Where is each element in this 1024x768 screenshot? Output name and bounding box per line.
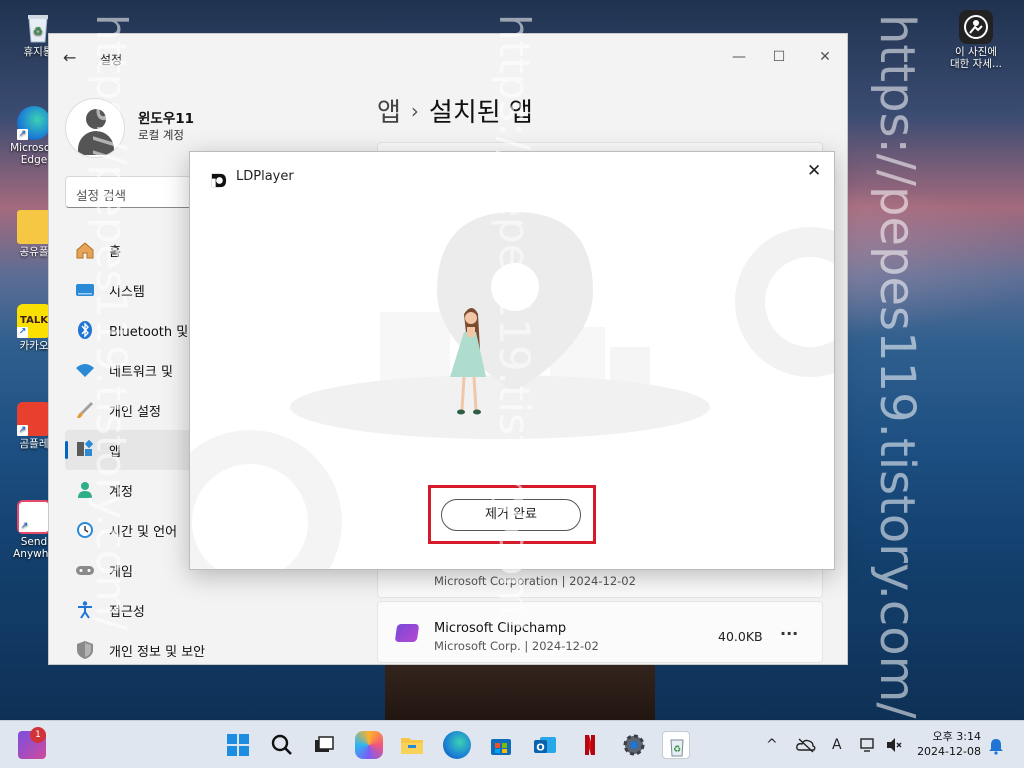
profile-name: 윈도우11 — [138, 111, 195, 127]
gomplayer-icon: ↗ — [17, 402, 51, 436]
more-options-button[interactable]: ··· — [780, 624, 798, 643]
clock-icon — [77, 522, 93, 538]
taskbar: O ♻ ^ A 오후 3:14 2024-12-08 — [0, 720, 1024, 768]
profile-account-type: 로컬 계정 — [138, 128, 184, 142]
breadcrumb-chevron-icon: › — [410, 99, 419, 123]
minimize-button[interactable]: — — [719, 42, 759, 72]
ime-indicator[interactable]: A — [832, 737, 842, 753]
netflix-icon[interactable] — [576, 731, 604, 759]
account-icon — [78, 482, 92, 498]
breadcrumb-parent[interactable]: 앱 — [377, 98, 401, 128]
sidebar-item-label: 네트워크 및 — [109, 365, 173, 380]
sidebar-item-label: 앱 — [109, 445, 121, 460]
app-list-item[interactable]: Microsoft Clipchamp Microsoft Corp. | 20… — [377, 601, 823, 663]
sidebar-item-label: 게임 — [109, 565, 133, 580]
start-button[interactable] — [224, 731, 252, 759]
svg-text:♻: ♻ — [673, 745, 681, 755]
home-icon — [76, 242, 94, 259]
accessibility-icon — [78, 601, 92, 619]
system-icon — [76, 284, 94, 296]
wifi-icon — [76, 364, 94, 377]
microsoft-store-icon[interactable] — [487, 731, 515, 759]
sidebar-item-privacy[interactable]: 개인 정보 및 보안 — [65, 630, 235, 670]
avatar — [65, 98, 125, 158]
apps-icon — [77, 440, 94, 456]
notification-bell-icon[interactable] — [988, 737, 1004, 759]
sidebar-item-label: 개인 정보 및 보안 — [109, 645, 206, 660]
search-icon[interactable] — [268, 731, 296, 759]
close-icon[interactable]: ✕ — [807, 161, 821, 181]
sidebar-item-label: 홈 — [109, 245, 121, 260]
page-title: 설치된 앱 — [428, 98, 533, 128]
system-clock[interactable]: 오후 3:14 2024-12-08 — [913, 729, 981, 759]
window-title: 설정 — [100, 53, 123, 67]
recycle-bin-taskbar-icon[interactable]: ♻ — [662, 731, 690, 759]
app-name: Microsoft Clipchamp — [434, 621, 567, 636]
widgets-notification-badge: 1 — [30, 727, 46, 743]
maximize-button[interactable]: ☐ — [759, 42, 799, 72]
edge-icon: ↗ — [17, 106, 51, 140]
onedrive-offline-icon[interactable] — [796, 737, 816, 757]
settings-gear-icon[interactable] — [620, 731, 648, 759]
breadcrumb: 앱 › 설치된 앱 — [377, 92, 533, 129]
network-status-icon[interactable] — [860, 737, 880, 757]
app-size: 40.0KB — [718, 629, 763, 644]
outlook-icon[interactable]: O — [531, 731, 559, 759]
svg-text:♻: ♻ — [33, 25, 43, 38]
sidebar-item-label: Bluetooth 및 — [109, 325, 189, 340]
copilot-icon[interactable] — [355, 731, 383, 759]
close-window-button[interactable]: ✕ — [805, 42, 845, 72]
sidebar-item-label: 시간 및 언어 — [109, 525, 178, 540]
send-anywhere-icon: ↗ — [17, 500, 51, 534]
file-explorer-icon[interactable] — [398, 731, 426, 759]
desktop-icon-photo-info[interactable]: 이 사진에 대한 자세... — [944, 10, 1008, 70]
tray-chevron-up-icon[interactable]: ^ — [766, 737, 778, 753]
app-meta: Microsoft Corporation | 2024-12-02 — [434, 574, 636, 588]
clock-time: 오후 3:14 — [932, 730, 981, 743]
shield-icon — [77, 641, 93, 659]
edge-icon[interactable] — [443, 731, 471, 759]
sidebar-item-label: 시스템 — [109, 285, 145, 300]
clipchamp-icon — [394, 624, 420, 642]
camera-info-icon — [959, 10, 993, 44]
task-view-icon[interactable] — [310, 731, 338, 759]
highlight-box — [428, 485, 596, 544]
clock-date: 2024-12-08 — [917, 745, 981, 758]
kakaotalk-icon: TALK ↗ — [17, 304, 51, 338]
bluetooth-icon — [78, 321, 92, 339]
svg-text:O: O — [536, 743, 545, 754]
sidebar-item-label: 접근성 — [109, 605, 145, 620]
dialog-title: LDPlayer — [236, 169, 294, 184]
ldplayer-logo-icon — [211, 173, 227, 188]
folder-icon — [17, 210, 51, 244]
back-arrow-icon[interactable]: ← — [63, 50, 83, 66]
sidebar-item-accessibility[interactable]: 접근성 — [65, 590, 235, 630]
sidebar-item-label: 개인 설정 — [109, 405, 161, 420]
title-bar: ← 설정 — ☐ ✕ — [49, 34, 847, 82]
volume-muted-icon[interactable] — [886, 737, 904, 757]
desktop-icon-label-line1: 이 사진에 — [955, 46, 997, 58]
ldplayer-dialog: LDPlayer ✕ 제거 완료 — [189, 151, 835, 570]
brush-icon — [77, 402, 93, 419]
desktop-icon-label-line2: 대한 자세... — [950, 58, 1002, 70]
gamepad-icon — [76, 566, 94, 575]
app-meta: Microsoft Corp. | 2024-12-02 — [434, 639, 599, 653]
sidebar-item-label: 계정 — [109, 485, 133, 500]
